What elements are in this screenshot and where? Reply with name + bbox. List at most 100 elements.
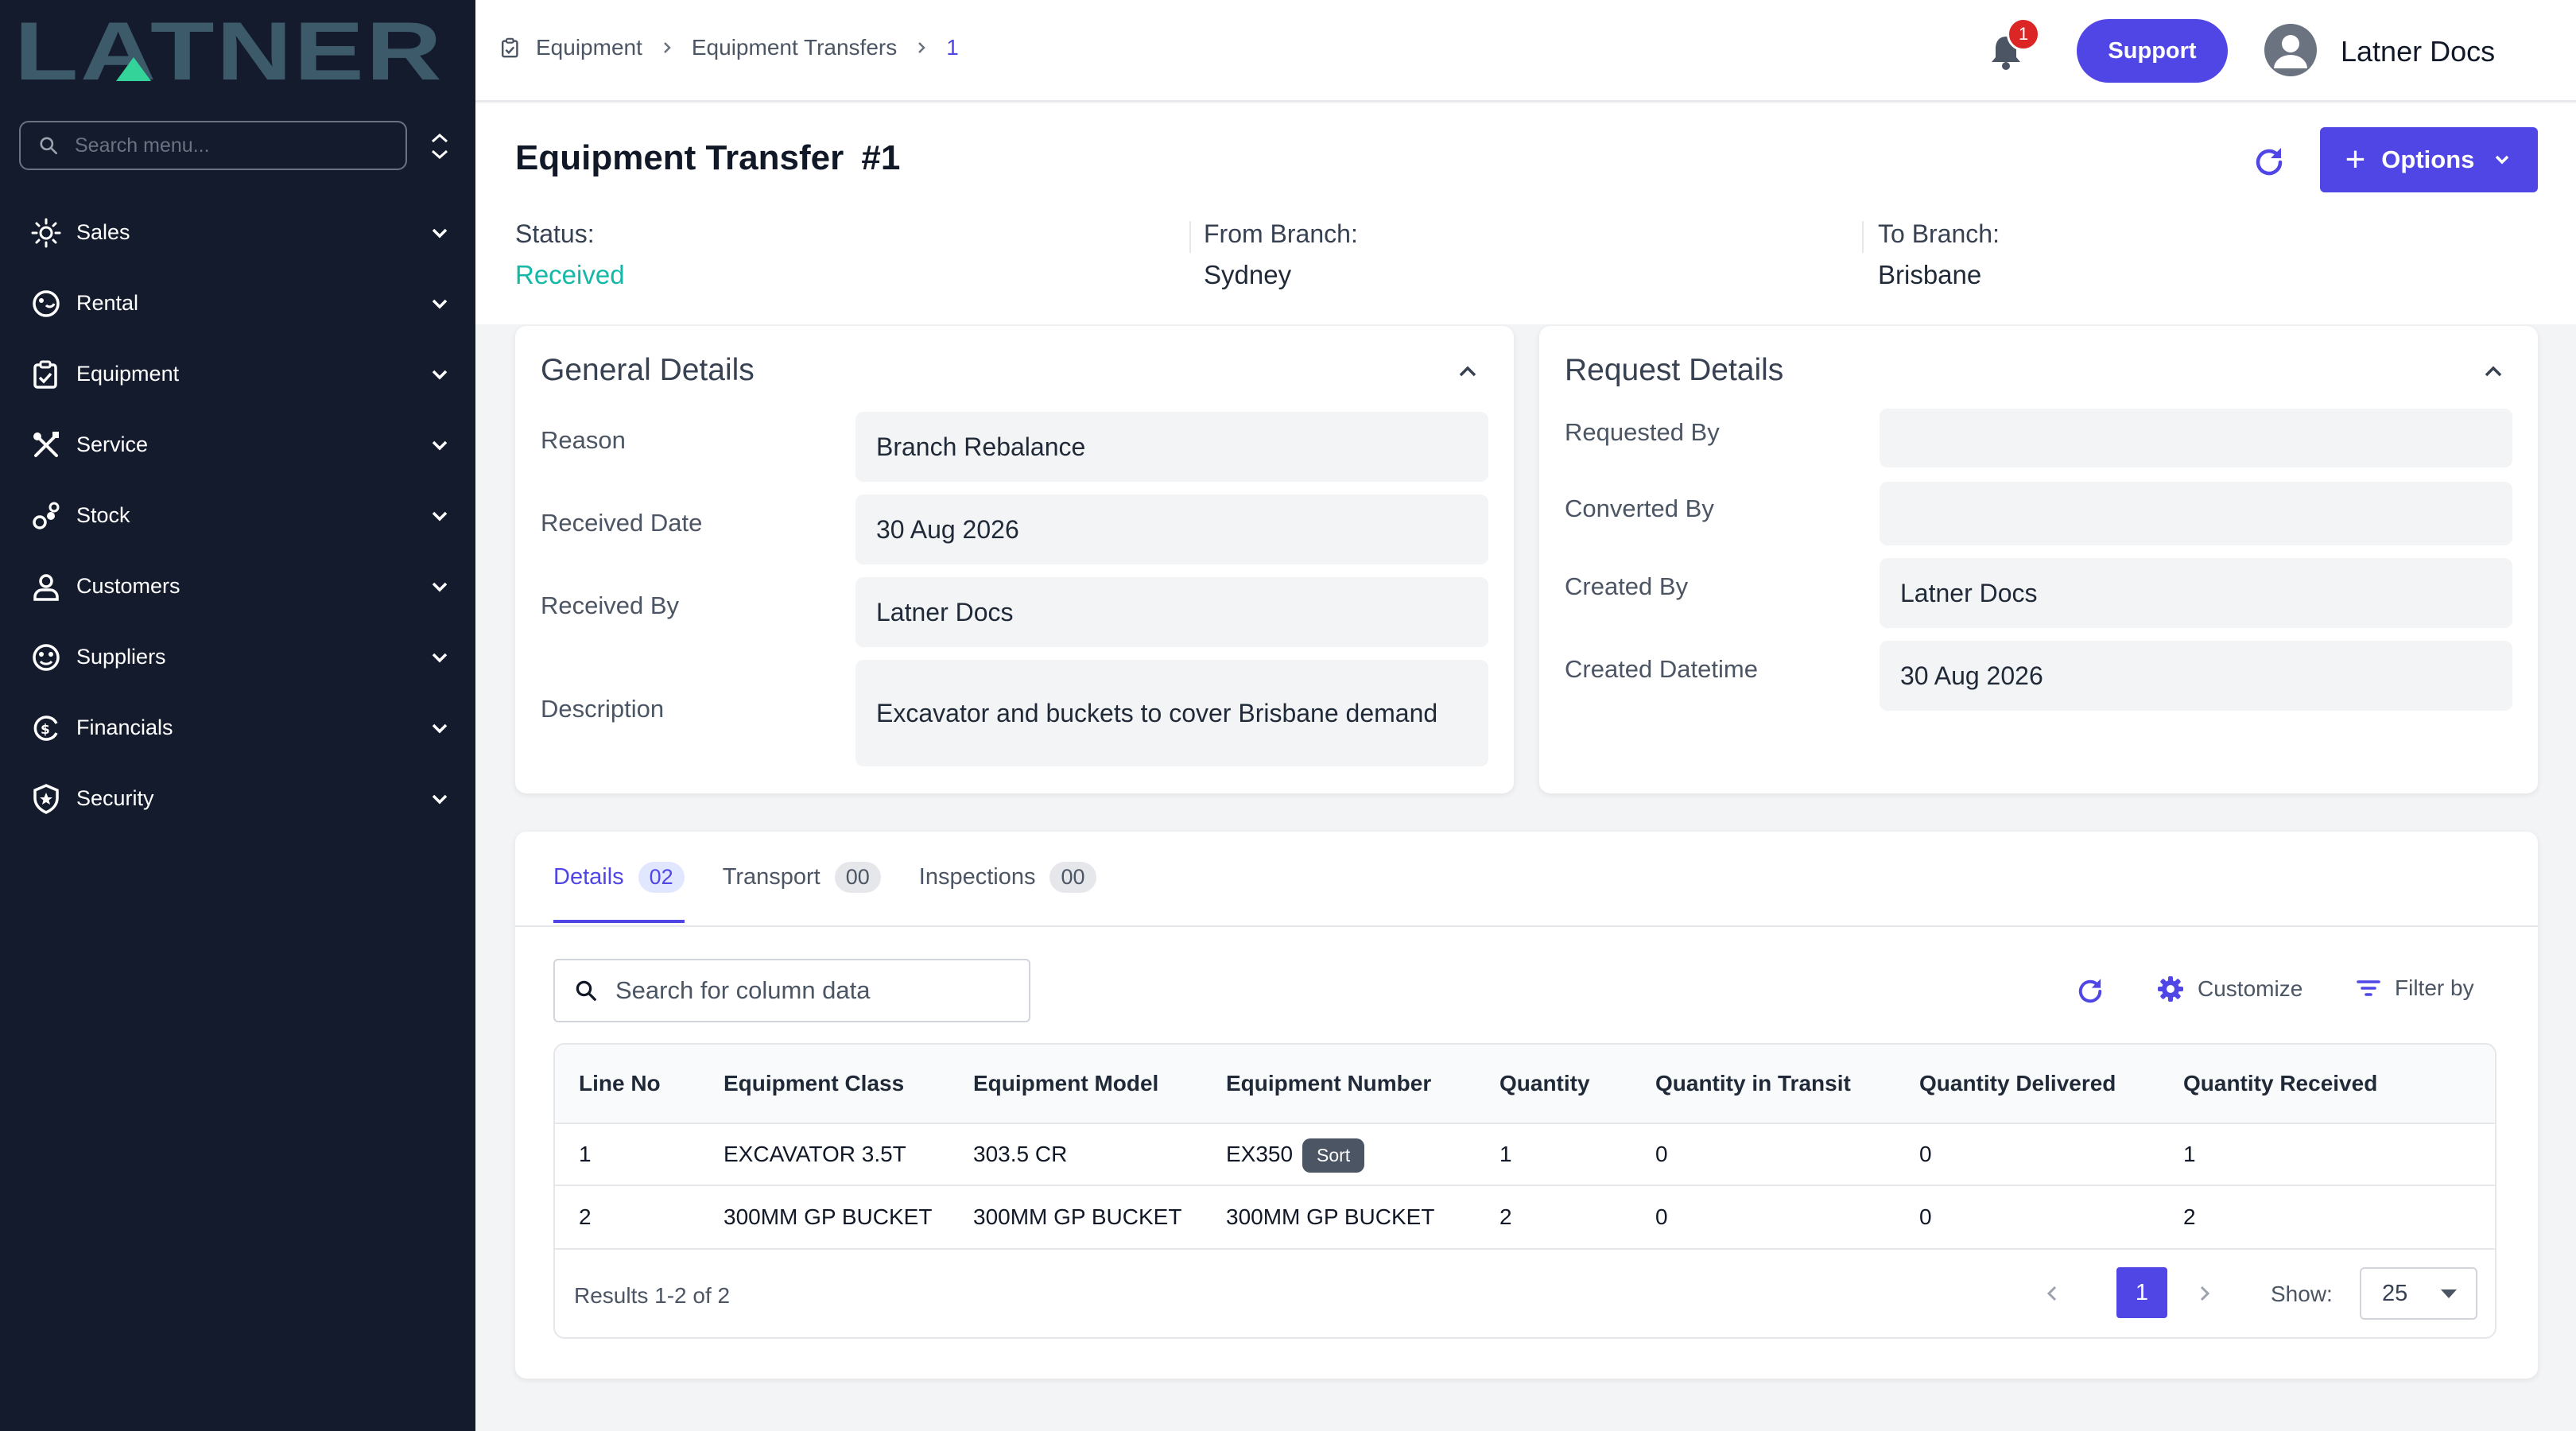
table-cell: 2	[579, 1204, 592, 1229]
from-branch-field: From Branch: Sydney	[1204, 219, 1358, 290]
avatar[interactable]	[2264, 24, 2317, 76]
options-button[interactable]: + Options	[2320, 127, 2538, 192]
tab-bar: Details 02 Transport 00 Inspections 00	[553, 862, 1135, 923]
converted-by-row: Converted By	[1565, 494, 1714, 523]
table-cell: 2	[1499, 1204, 1512, 1229]
sidebar-item-security[interactable]: Security	[0, 763, 475, 834]
chevron-up-icon[interactable]	[1453, 358, 1482, 386]
column-header[interactable]: Equipment Number	[1226, 1045, 1431, 1123]
refresh-icon[interactable]	[2250, 143, 2288, 181]
column-header[interactable]: Line No	[579, 1045, 661, 1123]
sidebar-item-service[interactable]: Service	[0, 409, 475, 480]
tab-label: Details	[553, 864, 624, 890]
table-cell: 1	[1499, 1142, 1512, 1166]
breadcrumb: Equipment Equipment Transfers 1	[499, 35, 959, 60]
description-value: Excavator and buckets to cover Brisbane …	[855, 660, 1488, 766]
column-header[interactable]: Quantity	[1499, 1045, 1590, 1123]
table-row[interactable]: 1 EXCAVATOR 3.5T 303.5 CR EX350 1 0 0 1 …	[555, 1124, 2495, 1186]
security-icon	[30, 783, 62, 815]
search-icon	[40, 137, 58, 155]
sidebar-item-financials[interactable]: $ Financials	[0, 692, 475, 763]
sidebar-item-customers[interactable]: Customers	[0, 551, 475, 622]
table-cell: 0	[1655, 1142, 1668, 1166]
table-row[interactable]: 2 300MM GP BUCKET 300MM GP BUCKET 300MM …	[555, 1186, 2495, 1250]
chevron-left-icon[interactable]	[2040, 1282, 2064, 1305]
chevron-right-icon[interactable]	[2193, 1282, 2217, 1305]
divider	[515, 925, 2538, 927]
table-cell: 0	[1919, 1204, 1932, 1229]
breadcrumb-equipment[interactable]: Equipment	[536, 35, 642, 60]
refresh-icon[interactable]	[2074, 975, 2107, 1008]
transfer-header: Equipment Transfer #1 + Options Status: …	[475, 103, 2576, 324]
column-header[interactable]: Quantity in Transit	[1655, 1045, 1851, 1123]
filter-icon	[2357, 980, 2380, 996]
received-date-value: 30 Aug 2026	[855, 494, 1488, 564]
column-header[interactable]: Quantity Delivered	[1919, 1045, 2116, 1123]
tab-transport[interactable]: Transport 00	[723, 862, 881, 923]
chevron-up-icon[interactable]	[2479, 358, 2508, 386]
sales-icon	[30, 217, 62, 249]
sidebar-item-sales[interactable]: Sales	[0, 197, 475, 268]
sidebar-item-label: Customers	[76, 574, 180, 598]
chevron-down-icon	[432, 723, 448, 734]
sidebar-item-stock[interactable]: Stock	[0, 480, 475, 551]
received-by-row: Received By	[541, 591, 679, 620]
created-by-label: Created By	[1565, 572, 1689, 600]
table-search-input[interactable]	[615, 976, 1013, 1005]
breadcrumb-current: 1	[946, 35, 959, 60]
equipment-icon	[501, 37, 518, 58]
general-details-title: General Details	[541, 353, 755, 387]
support-button[interactable]: Support	[2077, 19, 2228, 83]
results-count: Results 1-2 of 2	[574, 1283, 731, 1308]
main-nav: Sales Rental Equipment Service Stock Cus…	[0, 197, 475, 834]
rental-icon	[30, 288, 62, 320]
user-name[interactable]: Latner Docs	[2341, 35, 2495, 68]
created-datetime-label: Created Datetime	[1565, 655, 1758, 683]
received-by-label: Received By	[541, 591, 680, 619]
page-size-select[interactable]: 25	[2360, 1267, 2477, 1320]
column-header[interactable]: Equipment Model	[973, 1045, 1158, 1123]
column-header[interactable]: Equipment Class	[724, 1045, 904, 1123]
lines-card: Details 02 Transport 00 Inspections 00 C…	[515, 832, 2538, 1379]
svg-text:$: $	[41, 722, 50, 738]
table-search[interactable]	[553, 959, 1030, 1022]
request-details-card: Request Details Requested By Converted B…	[1539, 326, 2538, 793]
requested-by-value	[1880, 409, 2512, 467]
search-icon	[576, 980, 596, 1001]
sidebar-item-rental[interactable]: Rental	[0, 268, 475, 339]
sidebar-item-equipment[interactable]: Equipment	[0, 339, 475, 409]
menu-search[interactable]	[19, 121, 407, 170]
sidebar-item-suppliers[interactable]: Suppliers	[0, 622, 475, 692]
tab-inspections[interactable]: Inspections 00	[919, 862, 1096, 923]
sidebar-item-label: Security	[76, 786, 154, 810]
column-header[interactable]: Quantity Received	[2183, 1045, 2377, 1123]
menu-search-input[interactable]	[75, 134, 393, 157]
table-cell: 300MM GP BUCKET	[724, 1204, 933, 1229]
options-label: Options	[2381, 145, 2475, 173]
table-cell: 0	[1919, 1142, 1932, 1166]
status-label: Status:	[515, 219, 595, 248]
chevron-right-icon	[918, 42, 925, 53]
collapse-menu-icon[interactable]	[426, 130, 453, 162]
created-datetime-row: Created Datetime	[1565, 655, 1758, 684]
page-button-current[interactable]: 1	[2116, 1267, 2167, 1318]
status-field: Status: Received	[515, 219, 625, 290]
to-branch-field: To Branch: Brisbane	[1878, 219, 2000, 290]
page-title: Equipment Transfer #1	[515, 138, 900, 178]
tab-details[interactable]: Details 02	[553, 862, 685, 923]
lines-table: Line No Equipment Class Equipment Model …	[553, 1043, 2496, 1339]
customize-button[interactable]: Customize	[2156, 975, 2302, 1003]
table-cell: 0	[1655, 1204, 1668, 1229]
breadcrumb-equipment-transfers[interactable]: Equipment Transfers	[692, 35, 897, 60]
filter-label: Filter by	[2395, 975, 2474, 1000]
converted-by-label: Converted By	[1565, 494, 1714, 522]
reason-row: Reason	[541, 426, 626, 455]
tab-count: 02	[638, 862, 685, 893]
chevron-down-icon	[432, 370, 448, 380]
sidebar: LATNER Sales Rental Equipment Service	[0, 0, 475, 1431]
filter-button[interactable]: Filter by	[2355, 975, 2474, 1002]
user-icon	[2274, 35, 2307, 68]
received-date-row: Received Date	[541, 509, 702, 537]
chevron-down-icon	[432, 582, 448, 592]
brand-logo[interactable]: LATNER	[14, 14, 444, 86]
